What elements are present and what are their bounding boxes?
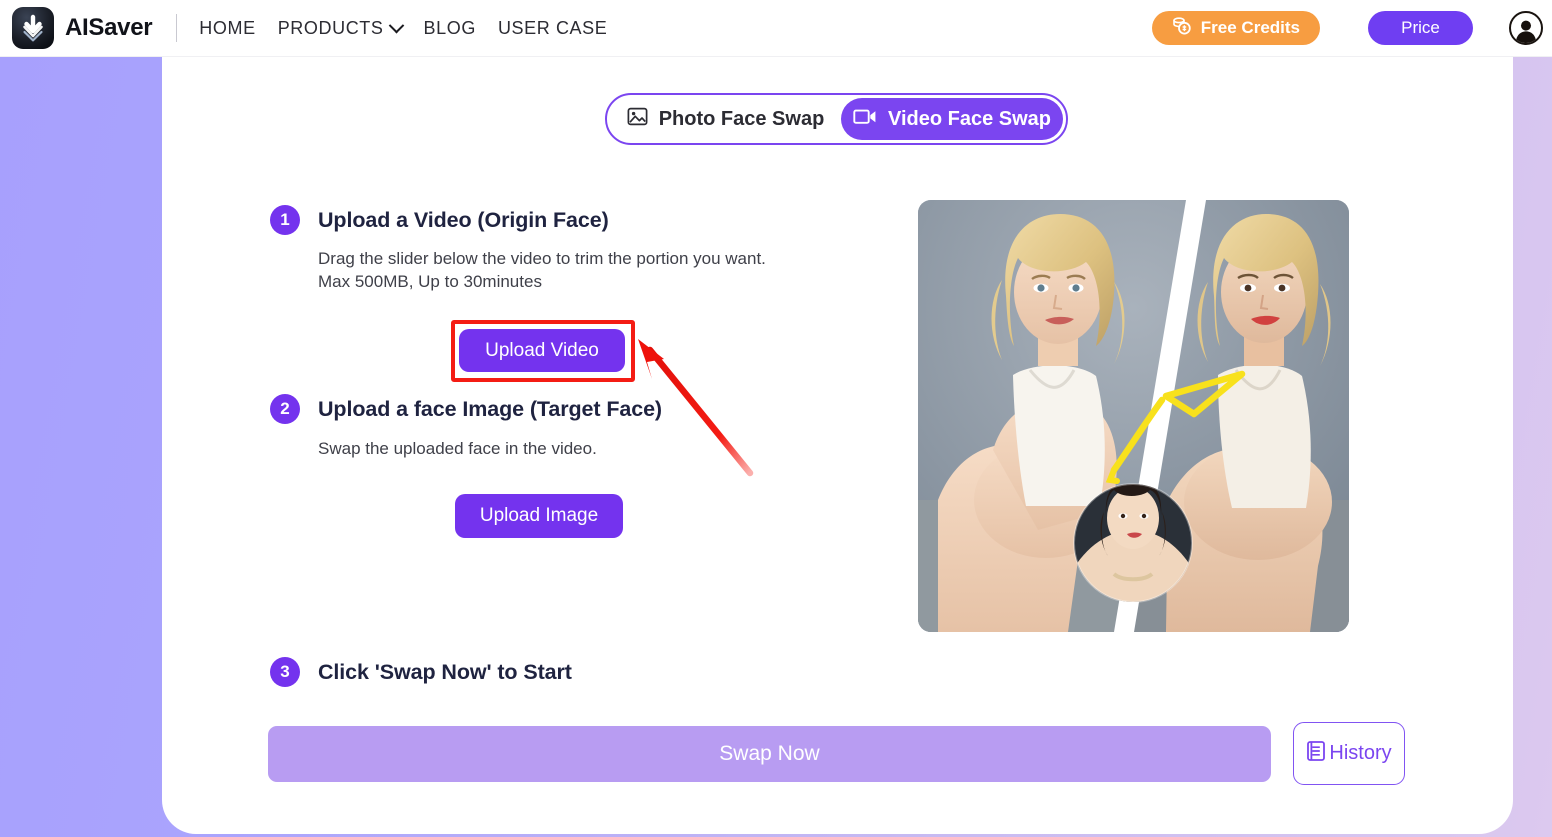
tab-photo-label: Photo Face Swap: [658, 107, 825, 130]
nav-item-blog[interactable]: BLOG: [424, 18, 476, 39]
swap-now-button[interactable]: Swap Now: [268, 726, 1271, 782]
nav-label-products: PRODUCTS: [277, 17, 384, 38]
main-navigation: HOME PRODUCTS BLOG USER CASE: [199, 17, 607, 39]
history-button[interactable]: History: [1293, 722, 1405, 785]
top-header: AISaver HOME PRODUCTS BLOG USER CASE Fre…: [0, 0, 1552, 57]
nav-label-home: HOME: [199, 17, 256, 38]
tab-photo-face-swap[interactable]: Photo Face Swap: [610, 98, 841, 140]
step-3-badge: 3: [270, 657, 300, 687]
step-1-desc-line-2: Max 500MB, Up to 30minutes: [318, 272, 542, 291]
free-credits-label: Free Credits: [1200, 18, 1300, 37]
header-actions: Free Credits Price: [1151, 11, 1552, 45]
user-avatar-icon[interactable]: [1509, 11, 1543, 45]
step-1-badge: 1: [270, 205, 300, 235]
upload-video-button[interactable]: Upload Video: [459, 329, 625, 372]
brand-logo[interactable]: AISaver: [12, 7, 153, 49]
video-camera-icon: [853, 107, 877, 132]
step-1-header: 1 Upload a Video (Origin Face): [270, 205, 609, 235]
step-2-description: Swap the uploaded face in the video.: [318, 437, 597, 460]
tab-video-label: Video Face Swap: [887, 107, 1052, 130]
step-2-desc-line-1: Swap the uploaded face in the video.: [318, 439, 597, 458]
nav-item-home[interactable]: HOME: [199, 18, 255, 39]
free-credits-button[interactable]: Free Credits: [1151, 11, 1320, 45]
upload-image-button[interactable]: Upload Image: [455, 494, 623, 538]
face-swap-mode-tabs: Photo Face Swap Video Face Swap: [605, 93, 1068, 145]
nav-item-user-case[interactable]: USER CASE: [498, 18, 607, 39]
step-2-title: Upload a face Image (Target Face): [318, 396, 662, 421]
step-1-title: Upload a Video (Origin Face): [318, 207, 609, 232]
price-button[interactable]: Price: [1368, 11, 1473, 45]
header-divider: [176, 14, 178, 42]
document-list-icon: [1306, 740, 1326, 768]
nav-label-user-case: USER CASE: [497, 17, 608, 38]
nav-label-blog: BLOG: [423, 17, 476, 38]
coins-icon: [1172, 16, 1192, 40]
tab-video-face-swap[interactable]: Video Face Swap: [841, 98, 1063, 140]
brand-name: AISaver: [65, 14, 153, 41]
step-2-badge: 2: [270, 394, 300, 424]
history-label: History: [1329, 742, 1392, 764]
chevron-down-icon: [388, 17, 404, 33]
nav-item-products[interactable]: PRODUCTS: [277, 17, 404, 39]
face-swap-preview-image: [918, 200, 1349, 632]
step-3-title: Click 'Swap Now' to Start: [318, 659, 572, 684]
main-card: Photo Face Swap Video Face Swap 1 Upload…: [162, 57, 1513, 834]
step-1-description: Drag the slider below the video to trim …: [318, 247, 766, 293]
step-3-header: 3 Click 'Swap Now' to Start: [270, 657, 572, 687]
step-1-desc-line-1: Drag the slider below the video to trim …: [318, 249, 766, 268]
step-2-header: 2 Upload a face Image (Target Face): [270, 394, 662, 424]
download-arrow-logo-icon: [12, 7, 54, 49]
image-icon: [627, 106, 648, 133]
